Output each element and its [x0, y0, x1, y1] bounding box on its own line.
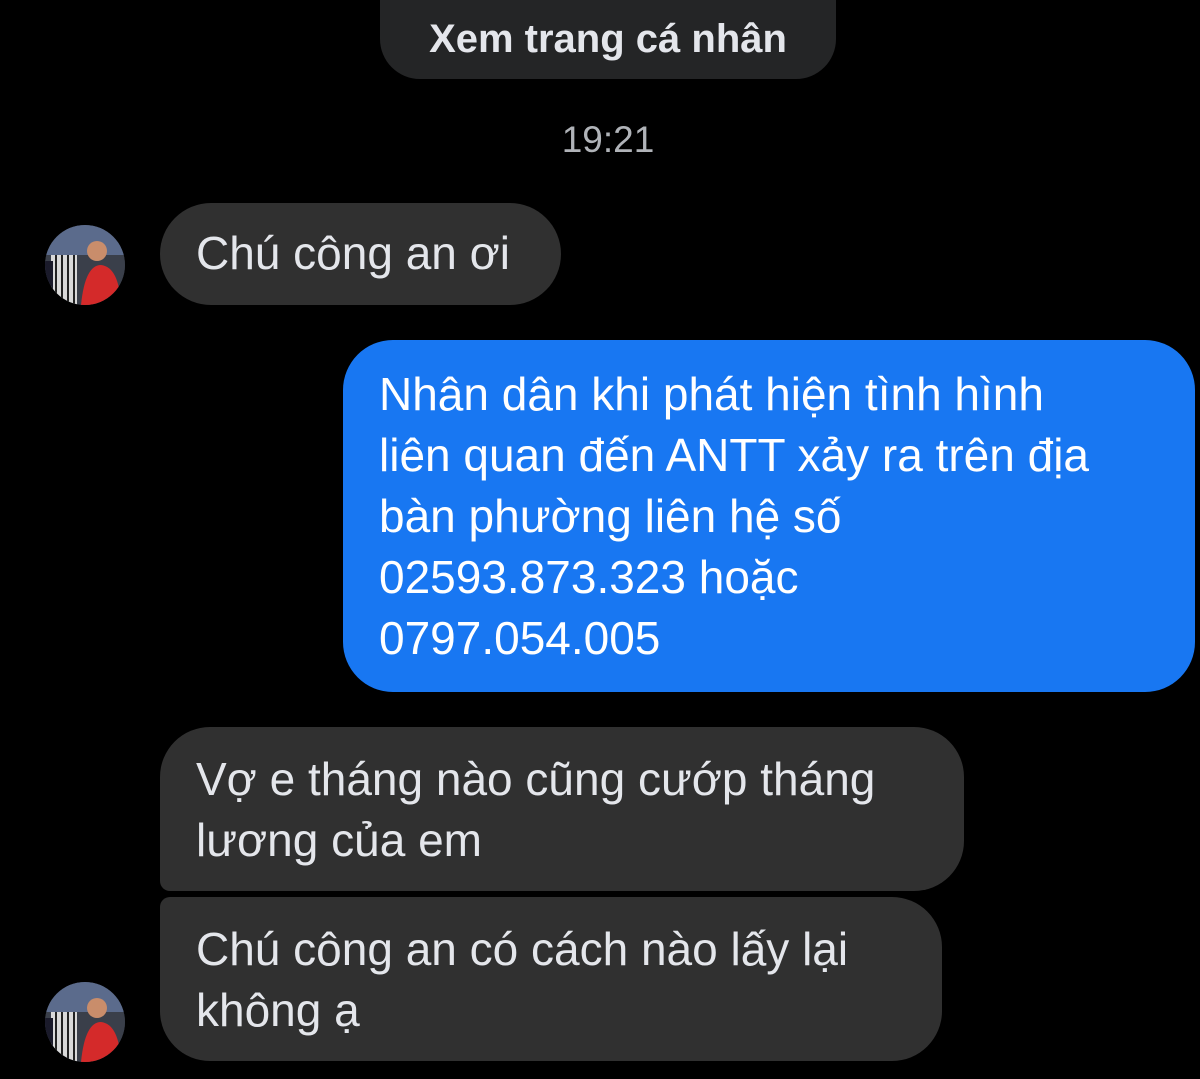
message-bubble-incoming[interactable]: Vợ e tháng nào cũng cướp tháng lương của… — [160, 727, 964, 891]
contact-avatar-icon[interactable] — [45, 982, 125, 1062]
message-bubble-incoming[interactable]: Chú công an có cách nào lấy lại không ạ — [160, 897, 942, 1061]
contact-avatar-icon[interactable] — [45, 225, 125, 305]
message-bubble-incoming[interactable]: Chú công an ơi — [160, 203, 561, 305]
view-profile-button[interactable]: Xem trang cá nhân — [380, 0, 836, 79]
message-timestamp: 19:21 — [561, 119, 655, 160]
message-bubble-outgoing[interactable]: Nhân dân khi phát hiện tình hình liên qu… — [343, 340, 1195, 692]
